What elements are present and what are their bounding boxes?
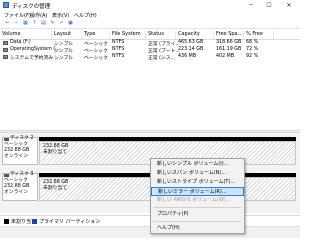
column-free-space[interactable]: Free Spa... [214, 31, 244, 39]
volume-capacity: 465.63 GB [178, 40, 204, 45]
properties-icon[interactable]: ▣ [67, 20, 74, 27]
volume-type: ベーシック [84, 56, 108, 61]
close-button[interactable]: ✕ [282, 0, 296, 11]
menu-view[interactable]: 表示(V) [52, 12, 69, 19]
volume-percent-free: 68 % [246, 40, 259, 45]
volume-layout: シンプル [54, 56, 74, 61]
volume-layout: シンプル [54, 42, 74, 47]
volume-icon [3, 41, 8, 45]
volume-free-space: 161.19 GB [216, 47, 242, 52]
volume-type: ベーシック [84, 49, 108, 54]
disk-state: オンライン [4, 154, 28, 159]
menu-new-raid5-volume[interactable]: 新しい RAID-5 ボリューム(W)... [151, 196, 244, 205]
volume-name: OperatingSystem (... [10, 47, 60, 52]
volume-layout: シンプル [54, 49, 74, 54]
disk-state: オンライン [4, 190, 28, 195]
volume-file-system: NTFS [112, 40, 125, 45]
volume-name: システムで予約済み [10, 56, 54, 61]
help-icon[interactable]: ? [31, 20, 38, 27]
disk-management-app-icon [3, 2, 9, 8]
column-status[interactable]: Status [146, 31, 176, 39]
volume-icon [3, 48, 8, 52]
volume-free-space: 318.66 GB [216, 40, 242, 45]
list-view-icon[interactable]: ▤ [40, 20, 47, 27]
column-layout[interactable]: Layout [52, 31, 82, 39]
disk-icon [4, 138, 9, 141]
volume-file-system: NTFS [112, 47, 125, 52]
column-capacity[interactable]: Capacity [176, 31, 214, 39]
back-arrow-icon[interactable]: ← [4, 20, 11, 27]
maximize-button[interactable]: ☐ [262, 0, 276, 11]
partition-label: 未割り当て [43, 150, 67, 155]
column-percent-free[interactable]: % Free [244, 31, 274, 39]
window-title: ディスクの管理 [12, 4, 51, 10]
primary-partition-swatch [32, 219, 37, 224]
volume-type: ベーシック [84, 42, 108, 47]
menu-help-item[interactable]: ヘルプ(H) [151, 224, 244, 233]
volume-capacity: 436 MB [178, 54, 197, 59]
menu-separator [153, 221, 241, 222]
volume-icon [3, 55, 8, 59]
menu-action[interactable]: 操作(A) [30, 12, 47, 19]
volume-capacity: 223.14 GB [178, 47, 204, 52]
volume-percent-free: 92 % [246, 54, 259, 59]
menu-new-simple-volume[interactable]: 新しいシンプル ボリューム(I)... [151, 160, 244, 169]
minimize-button[interactable]: ─ [244, 0, 258, 11]
check-icon[interactable]: ✓ [58, 20, 65, 27]
partition-label: 未割り当て [43, 186, 67, 191]
edit-icon[interactable]: ✎ [49, 20, 56, 27]
menu-new-spanned-volume[interactable]: 新しいスパン ボリューム(N)... [151, 169, 244, 178]
legend-primary-partition: プライマリ パーティション [39, 219, 101, 225]
console-tree-icon[interactable]: ▦ [22, 20, 29, 27]
volume-status: 正常 (ブート... [148, 49, 180, 54]
volume-percent-free: 72 % [246, 47, 259, 52]
forward-arrow-icon[interactable]: → [12, 20, 19, 27]
unallocated-swatch [4, 219, 9, 224]
volume-free-space: 402 MB [216, 54, 235, 59]
volume-status: 正常 (シス... [148, 56, 176, 61]
column-file-system[interactable]: File System [110, 31, 146, 39]
volume-name: Data (F:) [10, 40, 31, 45]
column-type[interactable]: Type [82, 31, 110, 39]
menu-properties[interactable]: プロパティ(P) [151, 210, 244, 219]
menu-file[interactable]: ファイル(F) [4, 12, 31, 19]
volume-status: 正常 (プライ... [148, 42, 180, 47]
volume-file-system: NTFS [112, 54, 125, 59]
menu-help[interactable]: ヘルプ(H) [74, 12, 97, 19]
menu-new-mirrored-volume[interactable]: 新しいミラー ボリューム(R)... [151, 187, 244, 196]
column-volume[interactable]: Volume [0, 31, 52, 39]
disk-icon [4, 174, 9, 177]
menu-separator [153, 207, 241, 208]
menu-new-striped-volume[interactable]: 新しいストライプ ボリューム(T)... [151, 178, 244, 187]
